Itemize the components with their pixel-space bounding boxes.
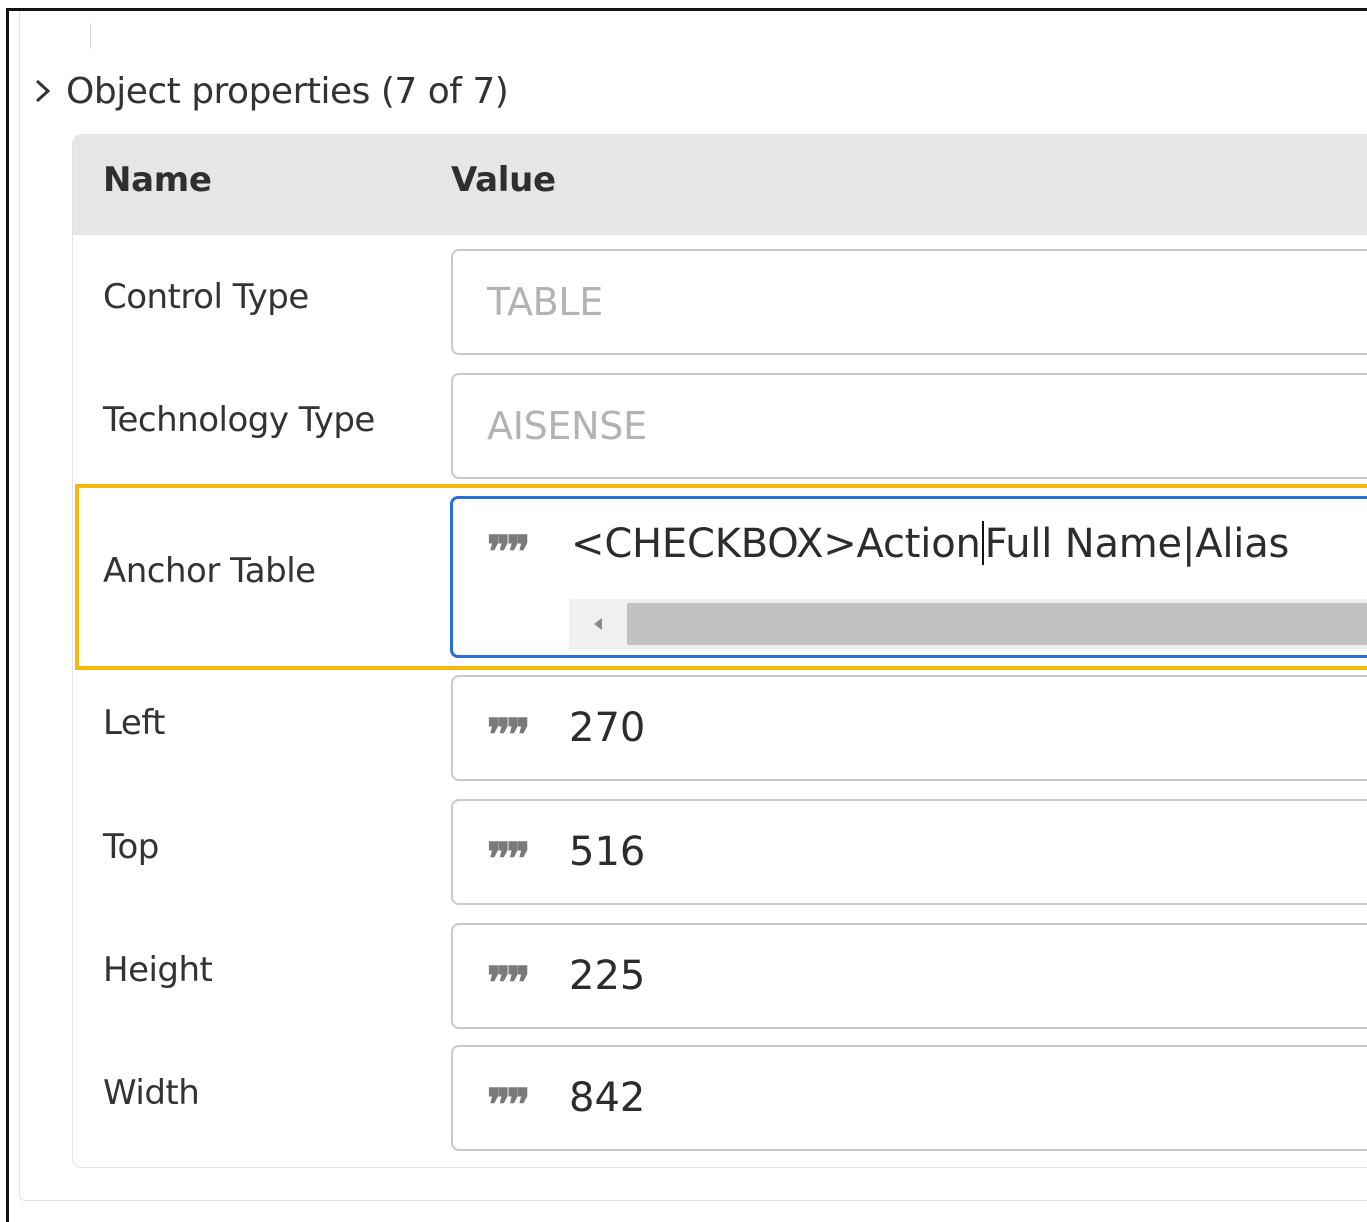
anchor-table-field[interactable]: ❞❞ <CHECKBOX>Action Full Name|Alias — [450, 496, 1367, 658]
scrollbar-thumb[interactable] — [627, 603, 1367, 645]
row-label-width: Width — [103, 1073, 200, 1113]
column-header-value: Value — [451, 160, 556, 200]
height-field[interactable]: ❞❞ 225 — [451, 923, 1367, 1029]
row-label-technology-type: Technology Type — [103, 400, 375, 440]
row-label-anchor-table: Anchor Table — [103, 551, 316, 591]
scroll-left-icon[interactable] — [569, 599, 627, 649]
technology-type-value: AISENSE — [487, 404, 647, 448]
row-label-top: Top — [103, 827, 159, 867]
height-value: 225 — [569, 953, 646, 999]
divider — [90, 23, 91, 49]
top-field[interactable]: ❞❞ 516 — [451, 799, 1367, 905]
technology-type-field: AISENSE — [451, 373, 1367, 479]
row-label-left: Left — [103, 703, 165, 743]
horizontal-scrollbar[interactable] — [569, 599, 1367, 649]
column-header-name: Name — [103, 160, 212, 200]
table-header: Name Value — [73, 135, 1367, 235]
control-type-value: TABLE — [487, 280, 604, 324]
row-label-height: Height — [103, 950, 213, 990]
left-value: 270 — [569, 705, 646, 751]
width-value: 842 — [569, 1075, 646, 1121]
row-label-control-type: Control Type — [103, 277, 309, 317]
section-title: Object properties (7 of 7) — [66, 70, 509, 112]
anchor-text-before-caret: <CHECKBOX>Action — [571, 521, 981, 567]
chevron-right-icon — [32, 76, 66, 106]
anchor-text-after-caret: Full Name|Alias — [984, 521, 1290, 567]
anchor-table-value[interactable]: <CHECKBOX>Action Full Name|Alias — [571, 521, 1289, 567]
width-field[interactable]: ❞❞ 842 — [451, 1045, 1367, 1151]
object-properties-toggle[interactable]: Object properties (7 of 7) — [32, 66, 509, 116]
quote-icon: ❞❞ — [487, 834, 530, 885]
top-value: 516 — [569, 829, 646, 875]
control-type-field: TABLE — [451, 249, 1367, 355]
text-caret — [981, 521, 984, 565]
quote-icon: ❞❞ — [487, 527, 530, 578]
quote-icon: ❞❞ — [487, 710, 530, 761]
quote-icon: ❞❞ — [487, 958, 530, 1009]
quote-icon: ❞❞ — [487, 1080, 530, 1131]
left-field[interactable]: ❞❞ 270 — [451, 675, 1367, 781]
